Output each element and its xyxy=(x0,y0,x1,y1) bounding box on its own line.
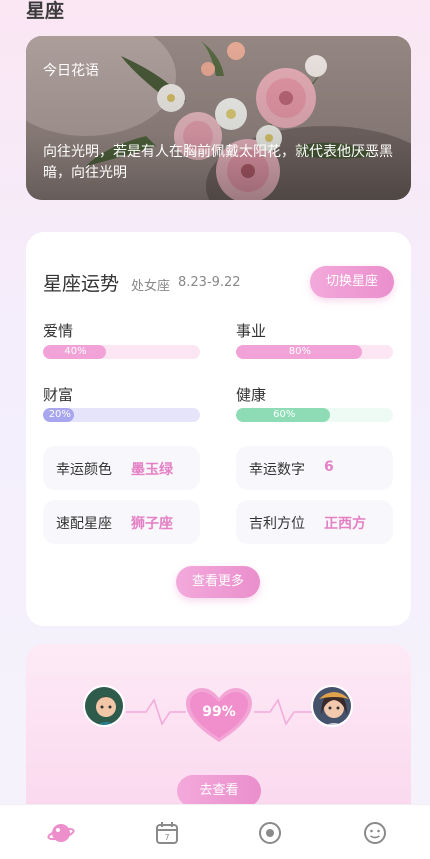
metric-career-label: 事业 xyxy=(236,322,267,340)
lucky-direction-value: 正西方 xyxy=(324,516,366,532)
horoscope-title: 星座运势 xyxy=(43,273,120,295)
match-sign-box: 速配星座 狮子座 xyxy=(43,500,200,544)
metric-love-label: 爱情 xyxy=(43,322,74,340)
avatar-left xyxy=(83,685,125,727)
lucky-direction-box: 吉利方位 正西方 xyxy=(236,500,393,544)
flower-card[interactable]: 今日花语 向往光明，若是有人在胸前佩戴太阳花，就代表他厌恶黑暗，向往光明 xyxy=(26,36,411,200)
nav-item-profile[interactable] xyxy=(361,819,389,847)
page-title: 星座 xyxy=(26,0,65,22)
match-percent: 99% xyxy=(202,704,236,720)
calendar-icon: 7 xyxy=(156,822,178,844)
view-more-button[interactable]: 查看更多 xyxy=(176,566,260,598)
go-view-button[interactable]: 去查看 xyxy=(177,775,261,807)
match-sign-key: 速配星座 xyxy=(56,516,112,532)
metric-health-label: 健康 xyxy=(236,386,267,404)
avatar-girl-image xyxy=(313,687,351,725)
lucky-number-value: 6 xyxy=(324,459,334,475)
avatar-right xyxy=(311,685,353,727)
flower-label: 今日花语 xyxy=(43,63,99,79)
metric-health-percent: 60% xyxy=(273,409,296,420)
switch-sign-button[interactable]: 切换星座 xyxy=(310,266,394,298)
metric-love-bar: 40% xyxy=(43,345,200,359)
match-card: 99% 去查看 xyxy=(26,644,411,824)
lucky-number-key: 幸运数字 xyxy=(249,462,305,478)
record-icon xyxy=(259,822,281,844)
horoscope-date: 8.23-9.22 xyxy=(178,275,241,290)
smile-icon xyxy=(364,822,386,844)
avatar-boy-image xyxy=(85,687,123,725)
metric-career-percent: 80% xyxy=(288,346,312,357)
horoscope-card: 星座运势 处女座 8.23-9.22 切换星座 爱情 40% 事业 80% 财富… xyxy=(26,232,411,626)
lucky-number-box: 幸运数字 6 xyxy=(236,446,393,490)
nav-item-calendar[interactable]: 7 xyxy=(153,819,181,847)
metric-health-bar: 60% xyxy=(236,408,393,422)
lucky-color-value: 墨玉绿 xyxy=(131,462,173,478)
metric-wealth-bar: 20% xyxy=(43,408,200,422)
lucky-color-box: 幸运颜色 墨玉绿 xyxy=(43,446,200,490)
lucky-color-key: 幸运颜色 xyxy=(56,462,112,478)
planet-icon xyxy=(47,824,75,842)
metric-wealth-percent: 20% xyxy=(48,409,71,420)
metric-love-percent: 40% xyxy=(64,346,87,357)
nav-item-record[interactable] xyxy=(256,819,284,847)
match-heart: 99% xyxy=(184,686,254,746)
metric-career-bar: 80% xyxy=(236,345,393,359)
metric-wealth-label: 财富 xyxy=(43,386,74,404)
calendar-date: 7 xyxy=(164,833,169,842)
bottom-nav: 7 xyxy=(0,804,430,859)
match-sign-value: 狮子座 xyxy=(131,516,173,532)
horoscope-sign: 处女座 xyxy=(131,279,171,294)
flower-quote: 向往光明，若是有人在胸前佩戴太阳花，就代表他厌恶黑暗，向往光明 xyxy=(43,144,393,181)
nav-item-horoscope[interactable] xyxy=(47,819,75,847)
lucky-direction-key: 吉利方位 xyxy=(249,516,305,532)
